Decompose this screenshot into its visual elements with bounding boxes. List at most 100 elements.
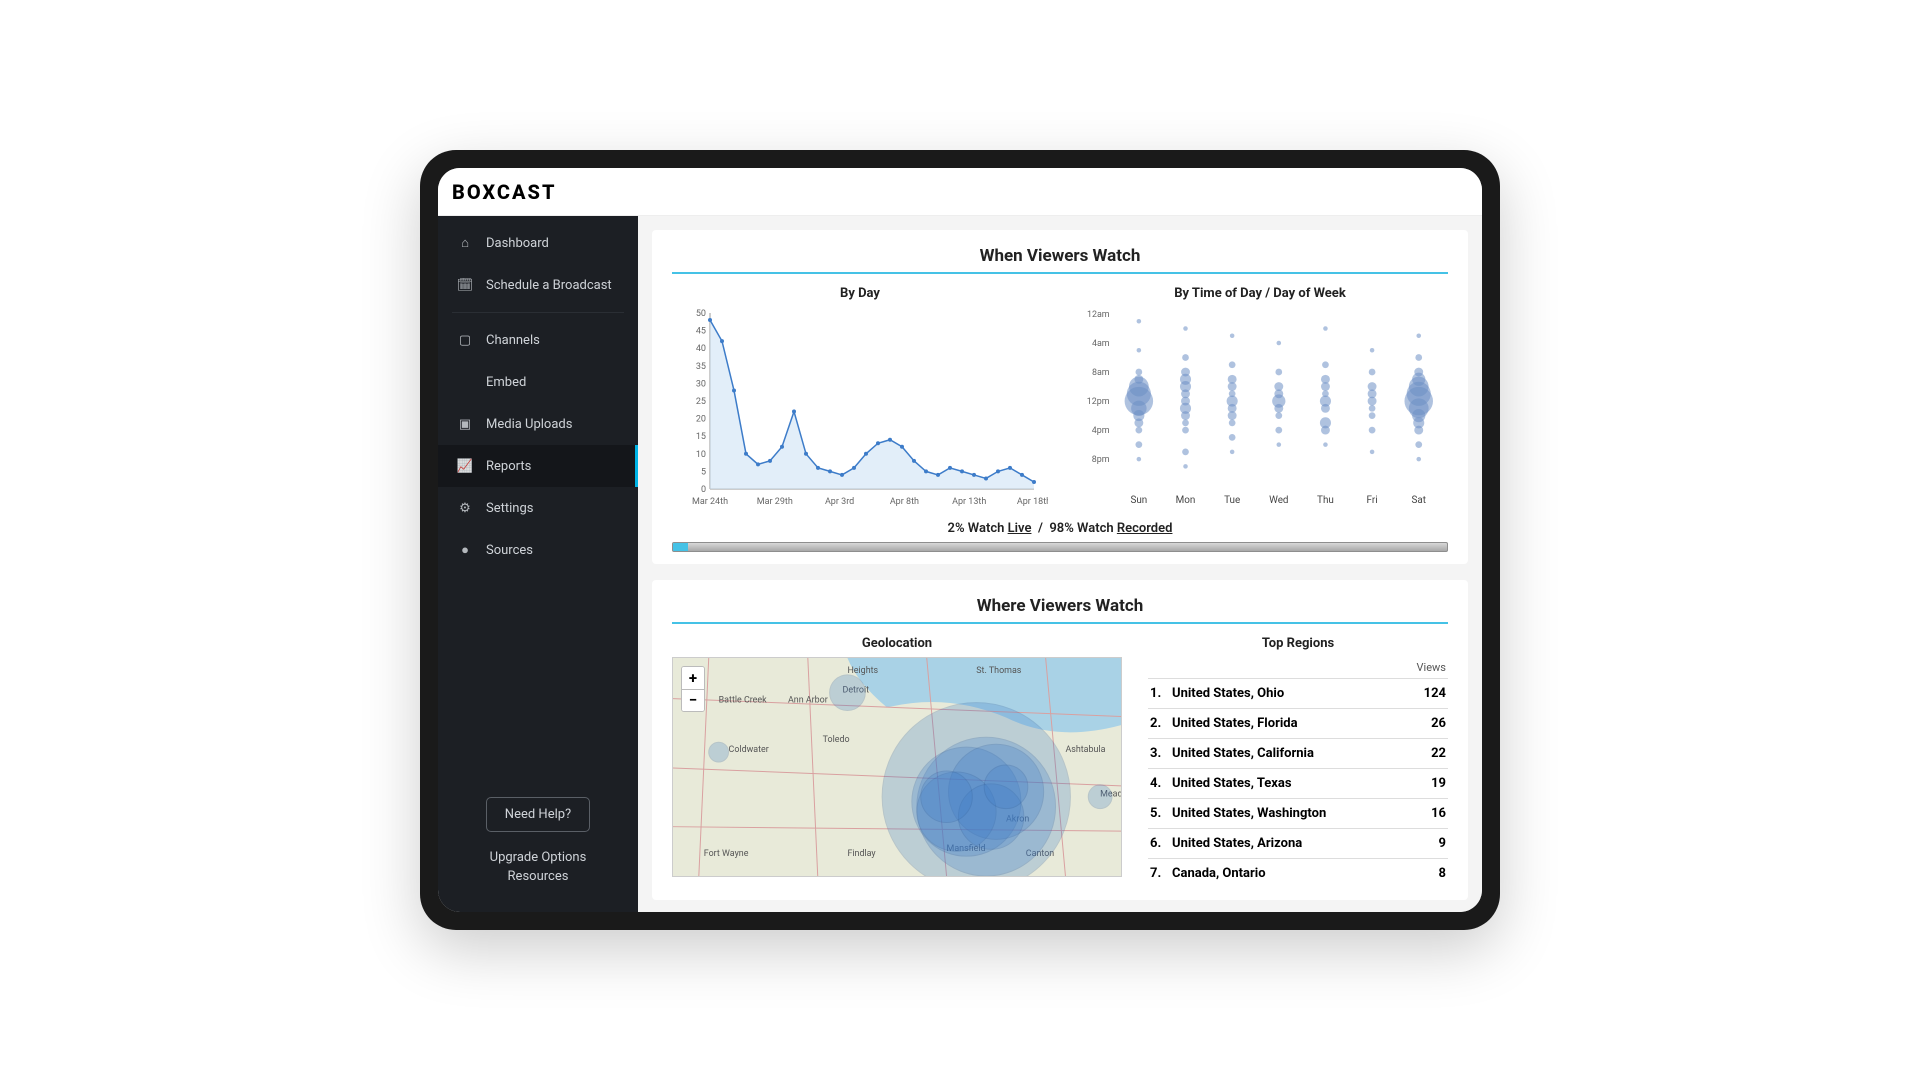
chart-icon: 📈 [456,457,474,475]
geo-title: Geolocation [672,636,1122,651]
region-views: 8 [1406,866,1446,881]
sidebar-item-embed[interactable]: Embed [438,361,638,403]
region-row[interactable]: 5.United States, Washington16 [1148,798,1448,828]
svg-text:50: 50 [696,309,706,319]
region-views: 26 [1406,716,1446,731]
region-rank: 5. [1150,806,1172,821]
sidebar-item-label: Sources [486,543,533,558]
region-views: 22 [1406,746,1446,761]
region-row[interactable]: 3.United States, California22 [1148,738,1448,768]
home-icon: ⌂ [456,234,474,252]
svg-text:30: 30 [696,379,706,389]
svg-text:Sat: Sat [1412,495,1426,506]
region-name: United States, Washington [1172,806,1406,821]
where-title: Where Viewers Watch [672,596,1448,624]
region-row[interactable]: 2.United States, Florida26 [1148,708,1448,738]
svg-text:0: 0 [701,485,706,495]
sidebar-item-label: Dashboard [486,236,549,251]
region-rank: 3. [1150,746,1172,761]
svg-text:Apr 3rd: Apr 3rd [825,497,854,507]
svg-text:Ashtabula: Ashtabula [1065,745,1105,755]
region-views: 19 [1406,776,1446,791]
help-button[interactable]: Need Help? [486,797,590,832]
svg-text:4am: 4am [1092,339,1110,349]
sidebar: ⌂ Dashboard 🗓 Schedule a Broadcast ▢Channels… [438,216,638,912]
svg-text:40: 40 [696,344,706,354]
by-tod-chart: 12am4am8am12pm4pm8pmSunMonTueWedThuFriSa… [1072,307,1448,507]
svg-text:St. Thomas: St. Thomas [976,666,1022,676]
sidebar-item-label: Schedule a Broadcast [486,278,612,293]
gear-icon: ⚙ [456,499,474,517]
svg-text:15: 15 [696,432,706,442]
sidebar-item-schedule-a-broadcast[interactable]: 🗓 Schedule a Broadcast [438,264,638,306]
sidebar-footer: Need Help? Upgrade Options Resources [438,779,638,906]
svg-text:5: 5 [701,467,706,477]
sidebar-item-channels[interactable]: ▢Channels [438,319,638,361]
region-name: United States, Ohio [1172,686,1406,701]
header: BOXCAST [438,168,1482,216]
watch-ratio-bar [672,542,1448,552]
sidebar-item-sources[interactable]: ● Sources [438,529,638,571]
when-panel: When Viewers Watch By Day 05101520253035… [652,230,1468,564]
svg-text:Apr 13th: Apr 13th [952,497,986,507]
svg-text:Coldwater: Coldwater [729,745,769,755]
calendar-icon: 🗓 [456,276,474,294]
svg-text:8pm: 8pm [1092,455,1110,465]
svg-text:Mar 29th: Mar 29th [757,497,793,507]
svg-text:Apr 18th: Apr 18th [1017,497,1048,507]
body: ⌂ Dashboard 🗓 Schedule a Broadcast ▢Channels… [438,216,1482,912]
camera-icon: ● [456,541,474,559]
region-row[interactable]: 7.Canada, Ontario8 [1148,858,1448,888]
by-tod-title: By Time of Day / Day of Week [1072,286,1448,301]
zoom-in-button[interactable]: + [682,667,704,689]
region-name: United States, Texas [1172,776,1406,791]
watch-ratio-text: 2% Watch Live / 98% Watch Recorded [672,521,1448,536]
resources-link[interactable]: Resources [456,869,620,884]
sidebar-item-label: Channels [486,333,540,348]
sidebar-item-media-uploads[interactable]: ▣Media Uploads [438,403,638,445]
svg-text:Mar 24th: Mar 24th [692,497,728,507]
region-name: United States, Florida [1172,716,1406,731]
region-row[interactable]: 6.United States, Arizona9 [1148,828,1448,858]
svg-text:8am: 8am [1092,368,1110,378]
svg-text:Apr 8th: Apr 8th [890,497,919,507]
region-row[interactable]: 4.United States, Texas19 [1148,768,1448,798]
live-segment [673,543,688,551]
svg-text:Fri: Fri [1367,495,1378,506]
sidebar-item-label: Settings [486,501,533,516]
screen: BOXCAST ⌂ Dashboard 🗓 Schedule a Broadcast ▢… [438,168,1482,912]
region-name: United States, California [1172,746,1406,761]
svg-text:Toledo: Toledo [823,735,850,745]
sidebar-item-label: Embed [486,375,526,390]
svg-text:20: 20 [696,415,706,425]
svg-text:Tue: Tue [1224,495,1240,506]
region-views: 16 [1406,806,1446,821]
svg-text:Thu: Thu [1317,495,1334,506]
sidebar-item-settings[interactable]: ⚙ Settings [438,487,638,529]
region-row[interactable]: 1.United States, Ohio124 [1148,678,1448,708]
geolocation-map[interactable]: + − DetroitAnn ArborToledoFindlayFort Wa… [672,657,1122,877]
svg-text:35: 35 [696,362,706,372]
regions-title: Top Regions [1148,636,1448,651]
main-content: When Viewers Watch By Day 05101520253035… [638,216,1482,912]
zoom-out-button[interactable]: − [682,689,704,711]
brand-logo: BOXCAST [452,180,556,204]
views-column-header: Views [1148,657,1448,678]
svg-text:45: 45 [696,327,706,337]
sidebar-item-dashboard[interactable]: ⌂ Dashboard [438,222,638,264]
svg-text:Sun: Sun [1130,495,1147,506]
image-icon: ▣ [456,415,474,433]
region-views: 124 [1406,686,1446,701]
svg-text:Wed: Wed [1269,495,1288,506]
region-rank: 1. [1150,686,1172,701]
by-day-chart: 05101520253035404550Mar 24thMar 29thApr … [672,307,1048,507]
svg-text:Heights: Heights [847,666,878,676]
upgrade-link[interactable]: Upgrade Options [456,850,620,865]
code-icon [456,373,474,391]
when-title: When Viewers Watch [672,246,1448,274]
svg-text:Mon: Mon [1176,495,1196,506]
tablet-frame: BOXCAST ⌂ Dashboard 🗓 Schedule a Broadcast ▢… [420,150,1500,930]
sidebar-item-label: Reports [486,459,531,474]
by-day-title: By Day [672,286,1048,301]
sidebar-item-reports[interactable]: 📈 Reports [438,445,638,487]
